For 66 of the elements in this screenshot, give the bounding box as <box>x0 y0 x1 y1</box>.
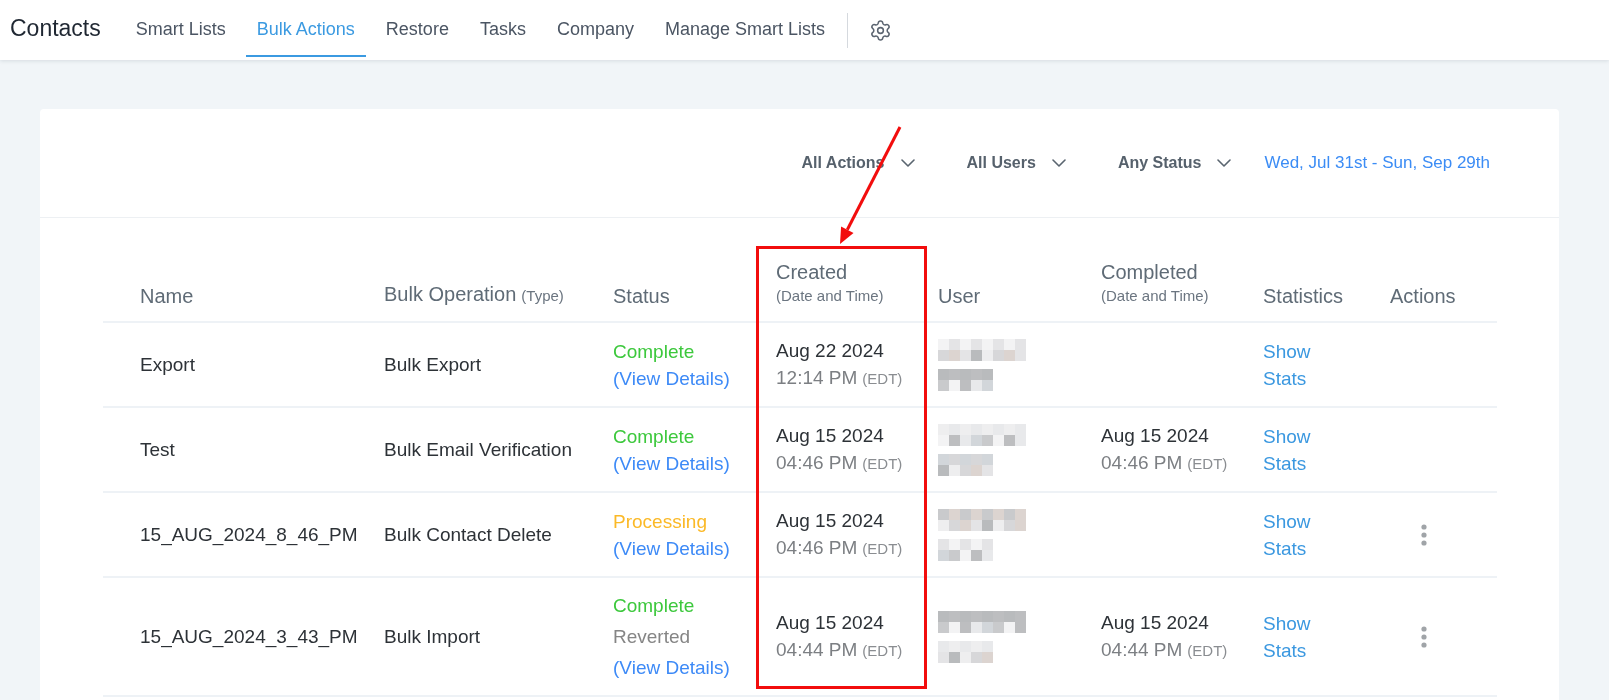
created-date: Aug 15 2024 <box>776 611 884 635</box>
show-stats-link[interactable]: Show Stats <box>1263 609 1311 664</box>
status-label: Complete <box>613 594 695 618</box>
timezone-label: (EDT) <box>862 369 903 389</box>
view-details-link[interactable]: (View Details) <box>613 654 730 681</box>
nav-tab[interactable]: Bulk Actions <box>245 0 366 57</box>
show-stats-link[interactable]: Show Stats <box>1263 507 1311 562</box>
filter-dropdown[interactable]: Any Status <box>1117 154 1232 172</box>
created-time: 12:14 PM <box>776 366 858 390</box>
timezone-label: (EDT) <box>862 641 903 661</box>
filter-dropdown[interactable]: All Users <box>966 154 1066 172</box>
nav-tab[interactable]: Tasks <box>468 0 537 57</box>
completed-date: Aug 15 2024 <box>1101 611 1209 635</box>
column-header: Status <box>613 284 670 308</box>
operation-type: Bulk Export <box>384 353 482 377</box>
column-header: Bulk Operation <box>384 282 517 306</box>
operation-type: Bulk Import <box>384 625 481 649</box>
completed-date: Aug 15 2024 <box>1101 424 1209 448</box>
completed-time: 04:46 PM <box>1101 451 1183 475</box>
completed-time: 04:44 PM <box>1101 638 1183 662</box>
view-details-link[interactable]: (View Details) <box>613 449 730 477</box>
status-label: Reverted <box>613 625 691 649</box>
column-subtitle: (Date and Time) <box>1101 286 1209 306</box>
view-details-link[interactable]: (View Details) <box>613 534 730 562</box>
status-label: Complete <box>613 424 695 449</box>
date-range-link[interactable]: Wed, Jul 31st - Sun, Sep 29th <box>1264 153 1490 173</box>
operation-type: Bulk Email Verification <box>384 438 572 462</box>
column-header: Statistics <box>1263 284 1344 308</box>
timezone-label: (EDT) <box>1187 641 1228 661</box>
view-details-link[interactable]: (View Details) <box>613 364 730 392</box>
nav-tab[interactable]: Restore <box>374 0 460 57</box>
nav-tab[interactable]: Manage Smart Lists <box>653 0 837 57</box>
column-hint: (Type) <box>521 286 564 306</box>
page-title: Contacts <box>10 14 101 43</box>
created-date: Aug 15 2024 <box>776 424 884 448</box>
column-header: Created <box>776 260 848 284</box>
column-header: User <box>938 284 981 308</box>
timezone-label: (EDT) <box>1187 454 1228 474</box>
created-time: 04:46 PM <box>776 536 858 560</box>
created-date: Aug 22 2024 <box>776 339 884 363</box>
column-subtitle: (Date and Time) <box>776 286 884 306</box>
action-name: Export <box>140 353 195 377</box>
column-header: Completed <box>1101 260 1198 284</box>
timezone-label: (EDT) <box>862 454 903 474</box>
kebab-menu-icon[interactable] <box>1421 625 1427 648</box>
operation-type: Bulk Contact Delete <box>384 523 552 547</box>
nav-tab[interactable]: Smart Lists <box>124 0 237 57</box>
column-header: Actions <box>1390 284 1456 308</box>
settings-icon[interactable] <box>869 18 893 42</box>
created-time: 04:44 PM <box>776 638 858 662</box>
status-label: Complete <box>613 339 695 364</box>
kebab-menu-icon[interactable] <box>1421 523 1427 546</box>
created-date: Aug 15 2024 <box>776 509 884 533</box>
show-stats-link[interactable]: Show Stats <box>1263 337 1311 392</box>
timezone-label: (EDT) <box>862 539 903 559</box>
chevron-down-icon <box>1051 159 1066 167</box>
chevron-down-icon <box>1217 159 1232 167</box>
chevron-down-icon <box>900 159 915 167</box>
column-header: Name <box>140 284 194 308</box>
nav-tab[interactable]: Company <box>545 0 645 57</box>
show-stats-link[interactable]: Show Stats <box>1263 422 1311 477</box>
action-name: 15_AUG_2024_8_46_PM <box>140 523 358 548</box>
action-name: 15_AUG_2024_3_43_PM <box>140 625 358 650</box>
action-name: Test <box>140 438 175 462</box>
status-label: Processing <box>613 509 707 534</box>
created-time: 04:46 PM <box>776 451 858 475</box>
